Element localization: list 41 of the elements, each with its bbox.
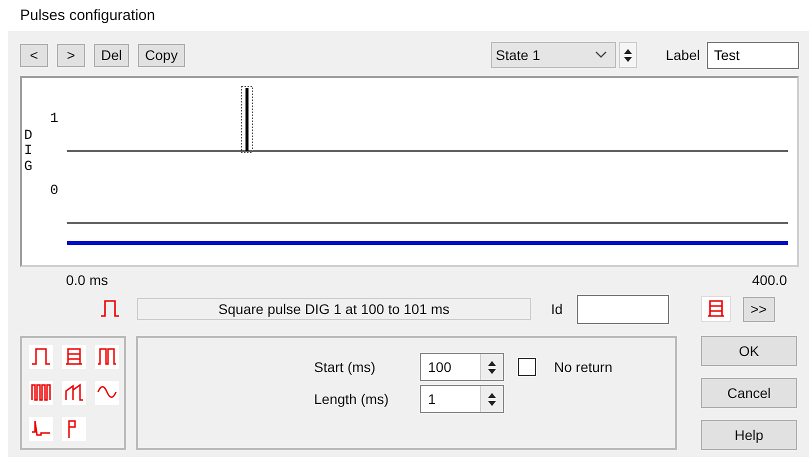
label-caption: Label (666, 47, 700, 63)
ramp-pulse-icon[interactable] (62, 381, 86, 405)
sine-wave-icon[interactable] (95, 381, 119, 405)
no-return-checkbox[interactable] (518, 358, 536, 376)
spin-buttons[interactable] (480, 386, 503, 412)
window-title: Pulses configuration (19, 6, 156, 26)
dialog-button[interactable]: Help (701, 420, 797, 450)
start-field[interactable]: 100 (420, 353, 504, 381)
toolbar-button[interactable]: Copy (138, 44, 185, 66)
spin-buttons[interactable] (480, 354, 503, 380)
axis-label: 1 (50, 111, 58, 127)
state-dropdown[interactable]: State 1 (490, 42, 616, 68)
double-pulse-icon[interactable] (95, 345, 119, 369)
toolbar-button[interactable]: > (57, 44, 85, 66)
no-return-label: No return (554, 359, 612, 375)
length-label: Length (ms) (314, 391, 390, 407)
square-pulse-icon (99, 298, 121, 320)
square-pulse-icon[interactable] (29, 345, 53, 369)
pulse-type-button[interactable] (700, 296, 731, 322)
flag-icon[interactable] (62, 417, 86, 441)
spike-wave-icon[interactable] (29, 417, 53, 441)
start-label: Start (ms) (314, 359, 376, 375)
id-caption: Id (551, 301, 563, 317)
expand-button[interactable]: >> (742, 296, 775, 322)
axis-label: 0.0 ms (66, 272, 108, 290)
channel-label: DIG (24, 129, 34, 176)
spin-buttons[interactable] (618, 42, 637, 68)
pulse-series-icon[interactable] (29, 381, 53, 405)
id-field[interactable] (576, 294, 669, 324)
pulse-train-icon[interactable] (62, 345, 86, 369)
dialog-button[interactable]: Cancel (701, 378, 797, 408)
toolbar-button[interactable]: < (20, 44, 48, 66)
length-field[interactable]: 1 (420, 385, 504, 413)
chevron-down-icon (594, 51, 607, 59)
pulse-description: Square pulse DIG 1 at 100 to 101 ms (137, 298, 531, 320)
toolbar-button[interactable]: Del (94, 44, 130, 66)
label-field[interactable]: Test (707, 42, 799, 68)
pulse-marker[interactable] (241, 86, 253, 153)
dialog-button[interactable]: OK (701, 336, 797, 366)
axis-label: 0 (50, 183, 58, 199)
axis-label: 400.0 (752, 272, 787, 290)
